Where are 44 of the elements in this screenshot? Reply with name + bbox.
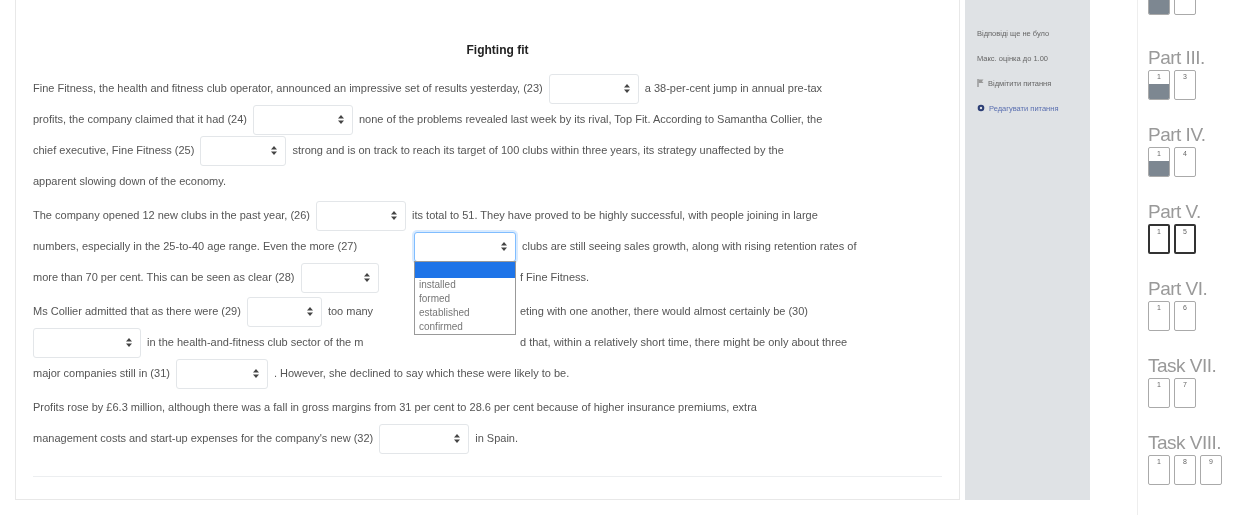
passage-text: . However, she declined to say which these were likely to be. bbox=[273, 366, 570, 382]
passage-text: Ms Collier admitted that as there were (29) bbox=[33, 304, 241, 320]
passage-text: in the health-and-fitness club sector of the m bbox=[147, 335, 364, 351]
passage-text: none of the problems revealed last week by its rival, Top Fit. According to Samantha Collier, the bbox=[359, 112, 823, 128]
dropdown-field[interactable] bbox=[414, 231, 516, 262]
passage-text: chief executive, Fine Fitness (25) bbox=[33, 143, 195, 159]
sort-caret-icon bbox=[338, 115, 344, 124]
section-heading: Part IV. bbox=[1148, 123, 1207, 147]
passage-text: The company opened 12 new clubs in the past year, (26) bbox=[33, 208, 310, 224]
passage-text: a 38-per-cent jump in annual pre-tax bbox=[644, 81, 823, 97]
passage-text: major companies still in (31) bbox=[33, 366, 170, 382]
section-heading: Task VII. bbox=[1148, 354, 1218, 378]
passage-text: eting with one another, there would almost certainly be (30) bbox=[520, 304, 808, 320]
passage-text: Fine Fitness, the health and fitness club operator, announced an impressive set of results yesterday, (23) bbox=[33, 81, 543, 97]
passage-text: more than 70 per cent. This can be seen as clear (28) bbox=[33, 270, 295, 286]
settings-icon bbox=[977, 104, 985, 112]
sort-caret-icon bbox=[252, 369, 259, 378]
passage-text: d that, within a relatively short time, there might be only about three bbox=[520, 335, 848, 351]
passage-text: strong and is on track to reach its target of 100 clubs within three years, its strategy unaffected by the bbox=[292, 143, 784, 159]
passage-text: numbers, especially in the 25-to-40 age range. Even the more (27) bbox=[33, 239, 358, 255]
sort-caret-icon bbox=[501, 242, 507, 251]
sort-caret-icon bbox=[306, 307, 313, 316]
sort-caret-icon bbox=[271, 146, 278, 155]
section-heading: Part III. bbox=[1148, 46, 1206, 70]
passage-text: too many bbox=[327, 304, 374, 320]
passage-text: apparent slowing down of the economy. bbox=[33, 174, 227, 190]
passage-text: in Spain. bbox=[475, 431, 519, 447]
passage-title: Fighting fit bbox=[465, 42, 529, 59]
sort-caret-icon bbox=[391, 211, 397, 220]
sort-caret-icon bbox=[454, 434, 461, 443]
passage-text: Profits rose by £6.3 million, although there was a fall in gross margins from 31 per cent to 28.6 per cent because of higher insurance premiums, extra bbox=[33, 400, 757, 416]
sort-caret-icon bbox=[126, 338, 132, 347]
flag-icon bbox=[977, 79, 984, 87]
passage-text: f Fine Fitness. bbox=[520, 270, 590, 286]
sort-caret-icon bbox=[623, 84, 630, 93]
sort-caret-icon bbox=[363, 273, 370, 282]
section-heading: Part VI. bbox=[1148, 277, 1209, 301]
section-heading: Task VIII. bbox=[1148, 431, 1222, 455]
passage-text: profits, the company claimed that it had (24) bbox=[33, 112, 247, 128]
passage-text: management costs and start-up expenses for the company's new (32) bbox=[33, 431, 374, 447]
dropdown-option[interactable] bbox=[415, 261, 515, 278]
section-heading: Part V. bbox=[1148, 200, 1202, 224]
passage-text: its total to 51. They have proved to be highly successful, with people joining in large bbox=[412, 208, 818, 224]
passage-text: clubs are still seeing sales growth, along with rising retention rates of bbox=[522, 239, 857, 255]
